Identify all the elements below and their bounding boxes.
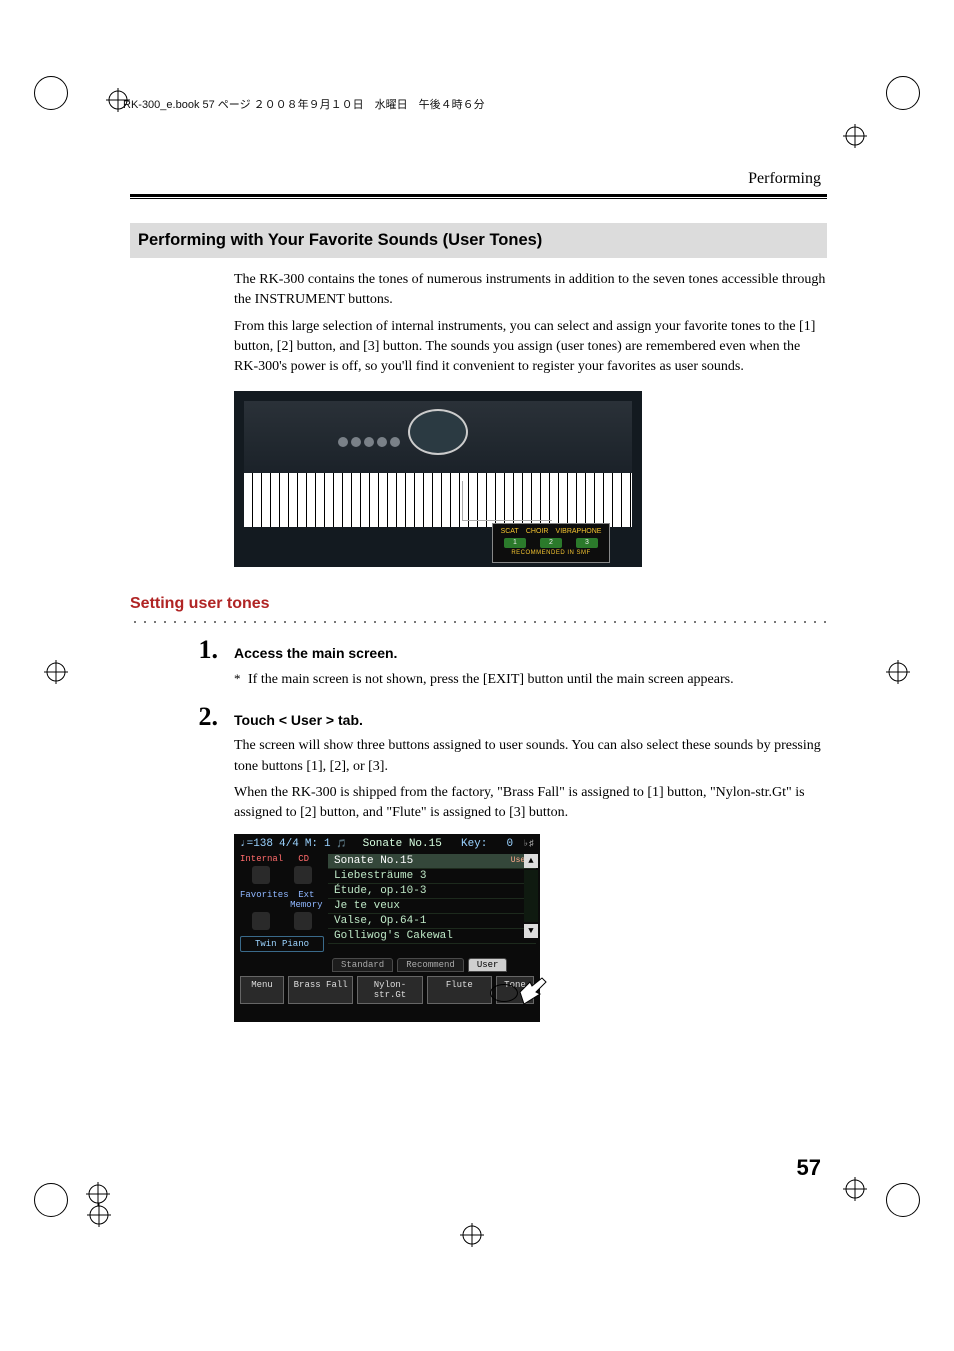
lcd-screenshot: ♩=138 4/4 M: 1 🎵 Sonate No.15 Key: 0 ♭♯ … xyxy=(234,834,540,1022)
lcd-tempo: ♩=138 xyxy=(240,838,273,850)
crop-mark-icon xyxy=(34,1183,68,1217)
song-list-item[interactable]: Liebesträume 3 xyxy=(328,869,536,884)
intro-text: The RK-300 contains the tones of numerou… xyxy=(234,270,827,377)
paragraph: From this large selection of internal in… xyxy=(234,317,827,378)
song-name: Liebesträume 3 xyxy=(334,870,426,882)
crop-mark-icon xyxy=(886,76,920,110)
scroll-down-icon[interactable]: ▼ xyxy=(524,924,538,938)
registration-target-icon xyxy=(843,124,867,148)
subheading: Setting user tones xyxy=(130,595,827,613)
step-number: 2. xyxy=(130,704,234,730)
tab-standard[interactable]: Standard xyxy=(332,958,393,972)
paragraph: The RK-300 contains the tones of numerou… xyxy=(234,270,827,311)
lcd-measure-label: M: xyxy=(305,838,318,850)
twin-piano-button[interactable]: Twin Piano xyxy=(240,936,324,952)
page-content: Performing Performing with Your Favorite… xyxy=(130,170,827,1181)
song-name: Étude, op.10-3 xyxy=(334,885,426,897)
step-1: 1. Access the main screen. * If the main… xyxy=(130,637,827,690)
step-title: Access the main screen. xyxy=(234,643,827,663)
step-number: 1. xyxy=(130,637,234,663)
paragraph: When the RK-300 is shipped from the fact… xyxy=(234,783,827,824)
lcd-time-signature: 4/4 xyxy=(279,838,299,850)
crop-mark-icon xyxy=(886,1183,920,1217)
paragraph: The screen will show three buttons assig… xyxy=(234,736,827,777)
crop-mark-icon xyxy=(34,76,68,110)
page-number: 57 xyxy=(797,1155,821,1181)
step-note: If the main screen is not shown, press t… xyxy=(248,670,734,690)
song-name: Golliwog's Cakewal xyxy=(334,930,453,942)
menu-button[interactable]: Menu xyxy=(240,976,284,1004)
callout-label: VIBRAPHONE xyxy=(556,528,602,535)
keyboard-illustration: SCAT CHOIR VIBRAPHONE 1 2 3 RECOMMENDED … xyxy=(234,391,642,567)
scroll-up-icon[interactable]: ▲ xyxy=(524,854,538,868)
user-tone-1-button[interactable]: Brass Fall xyxy=(288,976,353,1004)
lcd-source-tab[interactable]: Ext Memory xyxy=(289,890,324,910)
lcd-source-tab[interactable]: CD xyxy=(283,854,324,864)
registration-target-icon xyxy=(86,1182,110,1206)
song-list-item[interactable]: Golliwog's Cakewal xyxy=(328,929,536,944)
song-list-item[interactable]: Je te veux xyxy=(328,899,536,914)
transpose-icon: ♭♯ xyxy=(523,839,534,849)
source-icon xyxy=(252,912,270,930)
song-list-item[interactable]: Étude, op.10-3 xyxy=(328,884,536,899)
scroll-track[interactable] xyxy=(524,870,538,922)
registration-target-icon xyxy=(44,660,68,684)
lcd-source-tab[interactable]: Favorites xyxy=(240,890,289,910)
callout-button: 2 xyxy=(540,538,562,548)
source-icon xyxy=(294,912,312,930)
rule-icon xyxy=(130,198,827,199)
registration-target-icon xyxy=(886,660,910,684)
registration-target-icon xyxy=(460,1223,484,1247)
source-icon xyxy=(252,866,270,884)
callout-button: 3 xyxy=(576,538,598,548)
lcd-measure: 1 xyxy=(324,838,331,850)
song-name: Je te veux xyxy=(334,900,400,912)
song-list-item[interactable]: Sonate No.15 User xyxy=(328,854,536,869)
callout-button: 1 xyxy=(504,538,526,548)
callout-label: CHOIR xyxy=(526,528,549,535)
callout-panel: SCAT CHOIR VIBRAPHONE 1 2 3 RECOMMENDED … xyxy=(492,523,610,563)
callout-label: SCAT xyxy=(501,528,519,535)
running-head: Performing xyxy=(130,170,827,194)
tab-recommend[interactable]: Recommend xyxy=(397,958,464,972)
music-note-icon: 🎵 xyxy=(337,839,347,849)
scrollbar[interactable]: ▲ ▼ xyxy=(524,854,538,938)
note-asterisk: * xyxy=(234,670,248,690)
source-icon xyxy=(294,866,312,884)
callout-subtext: RECOMMENDED IN SMF xyxy=(497,550,605,556)
lcd-key-label: Key: xyxy=(461,838,487,850)
tab-user[interactable]: User xyxy=(468,958,508,972)
pointer-hand-icon xyxy=(512,974,552,1014)
lcd-source-tab[interactable]: Internal xyxy=(240,854,283,864)
user-tone-3-button[interactable]: Flute xyxy=(427,976,492,1004)
lcd-song-title: Sonate No.15 xyxy=(363,838,442,850)
section-title: Performing with Your Favorite Sounds (Us… xyxy=(130,223,827,258)
song-name: Valse, Op.64-1 xyxy=(334,915,426,927)
step-2: 2. Touch < User > tab. The screen will s… xyxy=(130,704,827,823)
registration-target-icon xyxy=(87,1203,111,1227)
user-tone-2-button[interactable]: Nylon-str.Gt xyxy=(357,976,422,1004)
rule-icon xyxy=(130,194,827,197)
print-header-meta: RK-300_e.book 57 ページ ２００８年９月１０日 水曜日 午後４時… xyxy=(123,96,485,112)
lcd-key-value: 0 xyxy=(507,838,514,850)
dotted-rule-icon xyxy=(130,617,827,623)
song-name: Sonate No.15 xyxy=(334,855,413,867)
song-list-item[interactable]: Valse, Op.64-1 xyxy=(328,914,536,929)
registration-target-icon xyxy=(843,1177,867,1201)
step-title: Touch < User > tab. xyxy=(234,710,827,730)
